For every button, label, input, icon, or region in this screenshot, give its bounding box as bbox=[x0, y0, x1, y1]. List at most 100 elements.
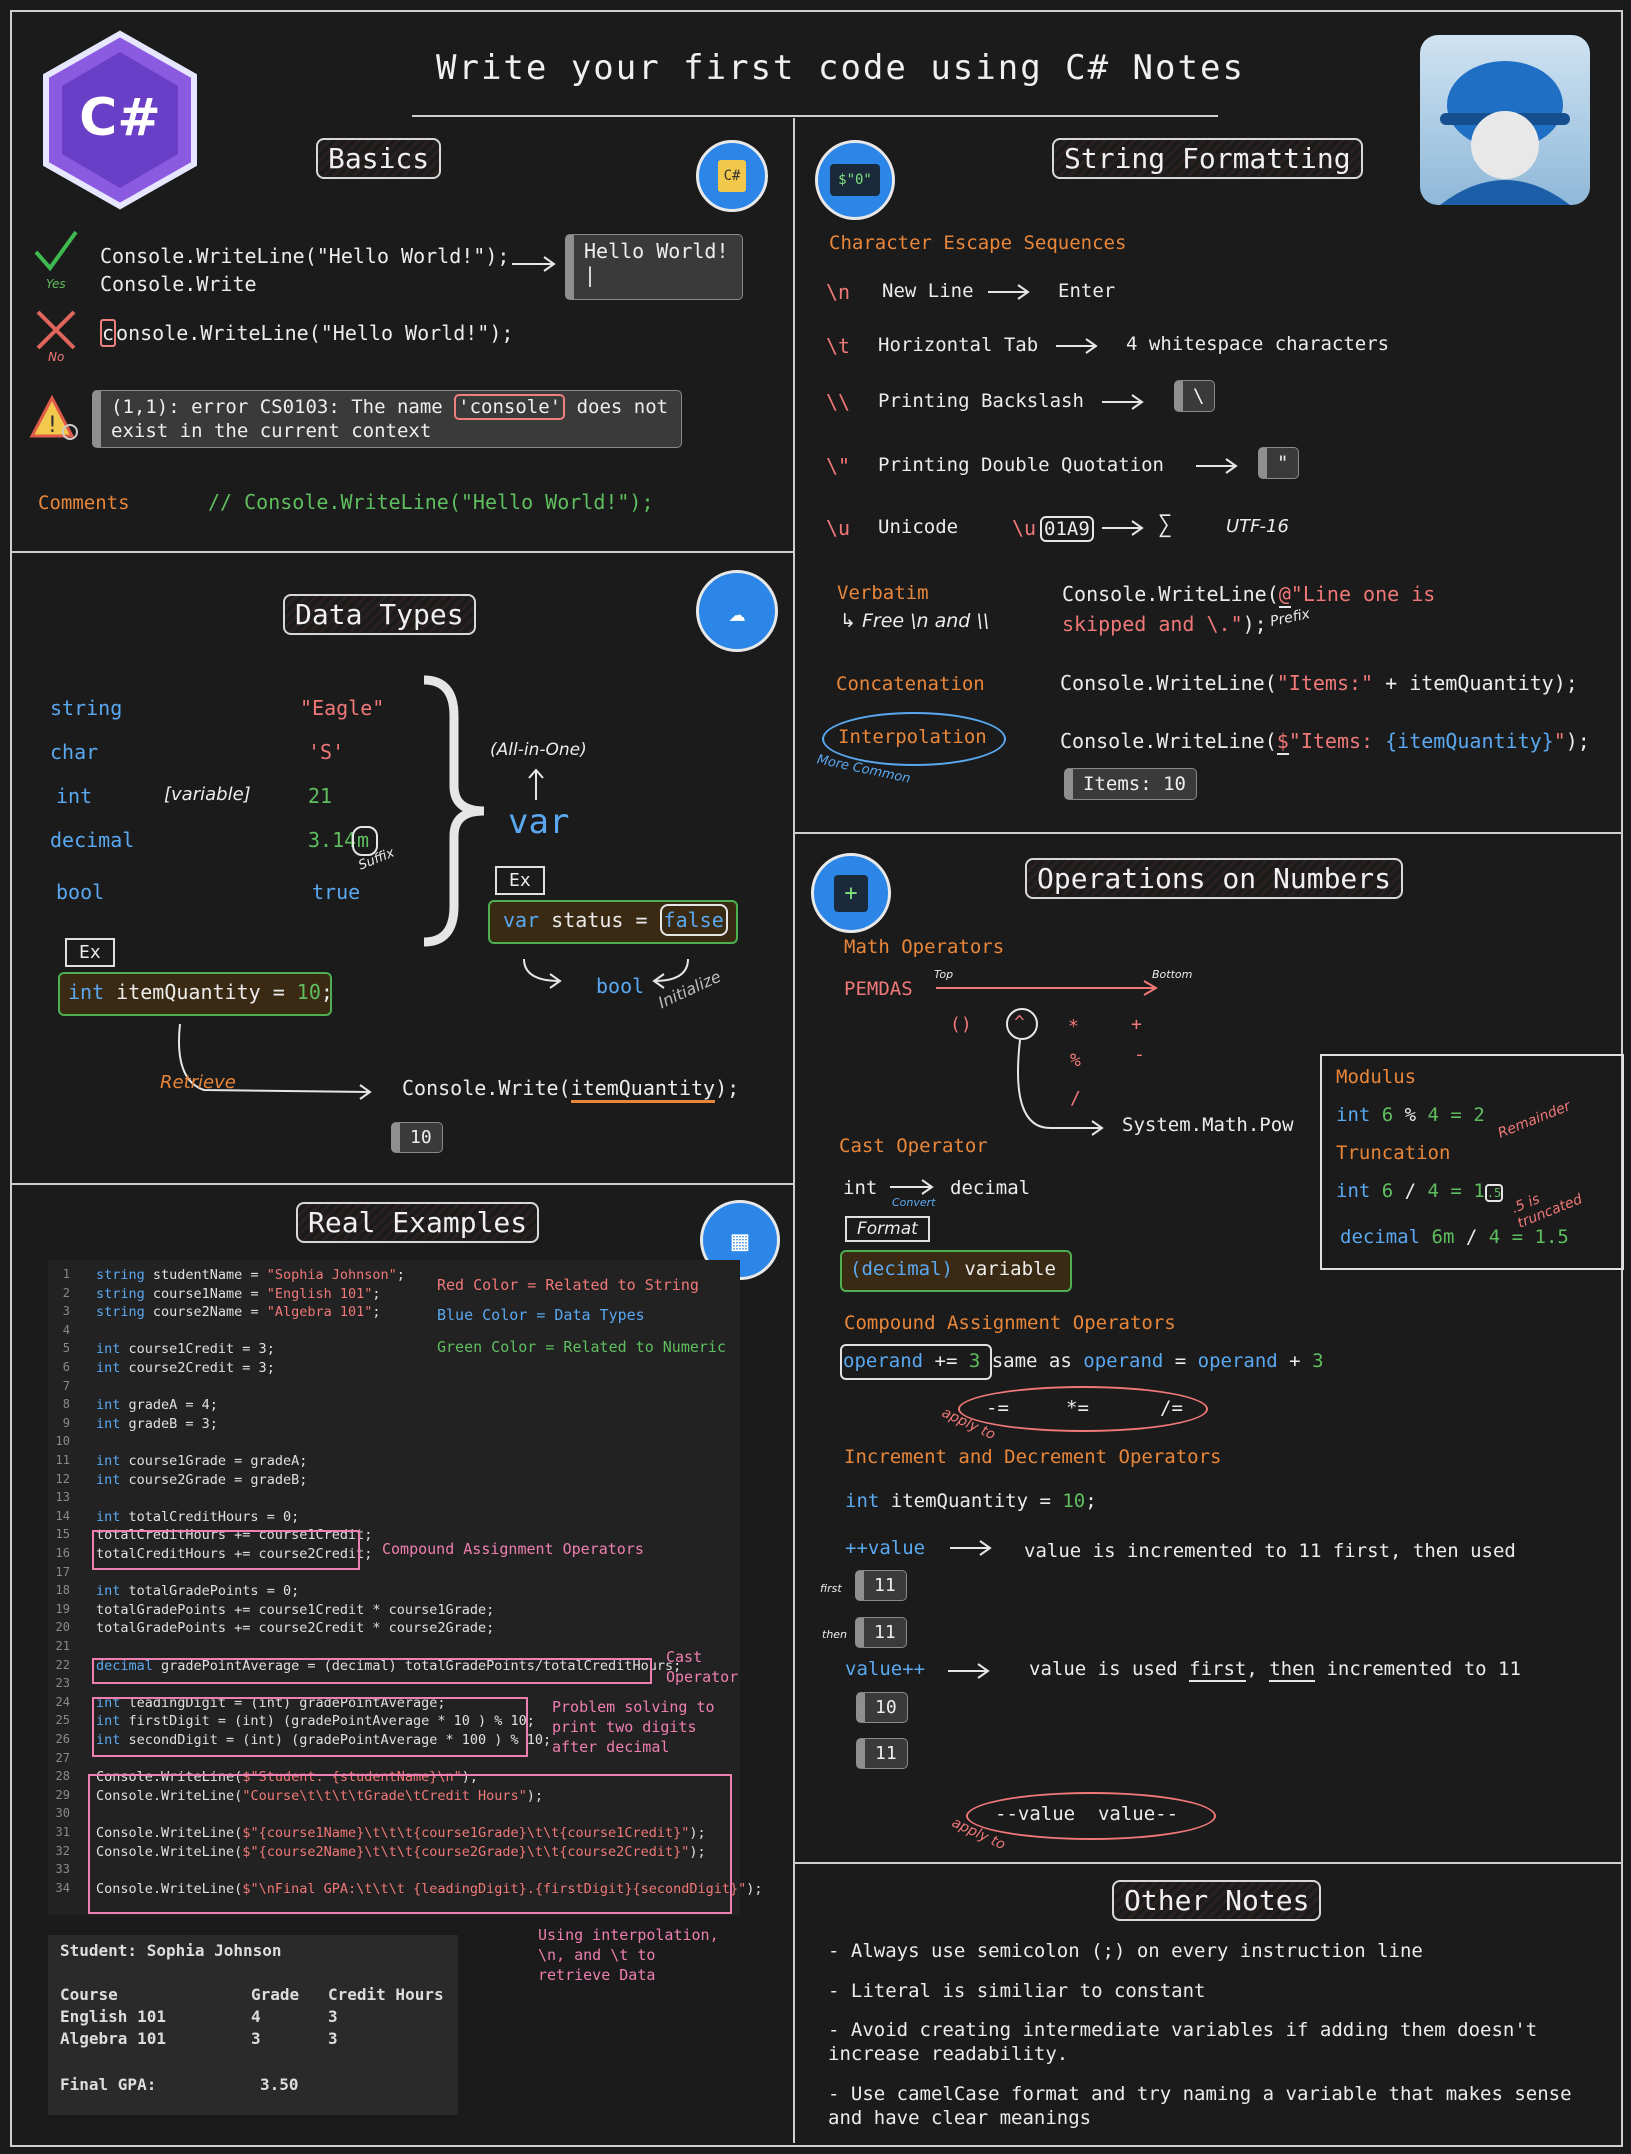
postfix-desc: value is used first, then incremented to… bbox=[1029, 1658, 1521, 1682]
op-exp: ^ bbox=[1014, 1012, 1025, 1033]
code-end: ; bbox=[372, 1304, 381, 1321]
line-number: 1 bbox=[62, 1267, 70, 1281]
escape-seq: \t bbox=[826, 334, 851, 358]
writeline-bad: c onsole.WriteLine("Hello World!"); bbox=[100, 319, 514, 347]
compound-label: Compound Assignment Operators bbox=[844, 1312, 1176, 1334]
code-line: string course1Name = "English 101"; bbox=[96, 1286, 381, 1302]
dec-res: 1.5 bbox=[1534, 1226, 1569, 1248]
compound-operand-2: operand bbox=[1083, 1350, 1164, 1372]
incdec-val: 10 bbox=[1062, 1490, 1086, 1512]
line-number: 20 bbox=[55, 1620, 70, 1635]
verbatim-code-2: skipped and \."); bbox=[1062, 612, 1267, 636]
error-text-2: does not bbox=[565, 396, 669, 418]
all-in-one-note: (All-in-One) bbox=[490, 740, 587, 760]
variable-label: [variable] bbox=[164, 784, 251, 805]
trunc-op: / bbox=[1404, 1180, 1417, 1202]
note-compound: Compound Assignment Operators bbox=[382, 1540, 644, 1558]
line-number: 24 bbox=[55, 1694, 70, 1709]
comments-label: Comments bbox=[38, 492, 130, 514]
writeline-bad-rest: onsole.WriteLine("Hello World!"); bbox=[116, 321, 514, 345]
code-rest: studentName = bbox=[144, 1267, 267, 1283]
decimal-suffix: m bbox=[357, 828, 370, 852]
output-row1-course: English 101 bbox=[60, 2007, 166, 2026]
interp-pre: Console.WriteLine( bbox=[1060, 729, 1277, 753]
page-title: Write your first code using C# Notes bbox=[436, 48, 1245, 88]
verbatim-at: @ bbox=[1278, 582, 1291, 608]
note-problem-line: Problem solving to bbox=[552, 1698, 715, 1716]
cast-to: decimal bbox=[950, 1177, 1031, 1199]
postfix-output-1: 10 bbox=[856, 1692, 908, 1723]
items-output: Items: 10 bbox=[1064, 768, 1197, 800]
compound-highlight bbox=[92, 1530, 360, 1570]
line-number: 4 bbox=[62, 1322, 70, 1337]
op-add: + bbox=[1131, 1014, 1142, 1035]
note-cast-2: Operator bbox=[666, 1668, 739, 1686]
interp-dollar: $ bbox=[1276, 729, 1289, 755]
trunc-b: 4 = bbox=[1416, 1180, 1474, 1202]
postfix-desc-first: first bbox=[1189, 1658, 1247, 1682]
cast-from: int bbox=[843, 1177, 878, 1199]
line-number: 34 bbox=[55, 1880, 70, 1895]
compound-eq: = bbox=[1163, 1350, 1198, 1372]
escape-result: Enter bbox=[1058, 280, 1116, 302]
bottom-note: Bottom bbox=[1152, 968, 1193, 981]
legend-blue: Blue Color = Data Types bbox=[437, 1306, 645, 1324]
code-rest: course2Name = bbox=[144, 1304, 267, 1321]
cast-rest: variable bbox=[952, 1258, 1056, 1280]
no-label: No bbox=[48, 350, 65, 364]
logo-text: C# bbox=[79, 88, 161, 148]
compound-code: operand += 3 same as operand = operand +… bbox=[843, 1350, 1324, 1372]
compound-times: *= bbox=[1066, 1397, 1089, 1419]
divider-basics bbox=[10, 551, 793, 553]
prefix-code: ++value bbox=[845, 1537, 926, 1559]
line-number: 27 bbox=[55, 1750, 70, 1765]
compound-num-2: 3 bbox=[1312, 1350, 1324, 1372]
column-divider bbox=[793, 118, 795, 2143]
note-2: - Literal is similiar to constant bbox=[828, 1980, 1206, 2002]
datatypes-heading: Data Types bbox=[283, 594, 476, 635]
var-status-code: var status = false bbox=[503, 904, 728, 936]
note-interp-line: retrieve Data bbox=[538, 1966, 656, 1984]
escape-result: 4 whitespace characters bbox=[1126, 333, 1390, 355]
line-number: 29 bbox=[55, 1787, 70, 1802]
datatype-name: char bbox=[50, 740, 99, 764]
escape-name: Printing Backslash bbox=[878, 390, 1084, 412]
concat-plus: + bbox=[1373, 671, 1410, 695]
output-gpa-label: Final GPA: bbox=[60, 2075, 157, 2094]
code-kw: int bbox=[96, 1341, 121, 1358]
postfix-desc-3: incremented to 11 bbox=[1315, 1658, 1521, 1680]
compound-num-1: 3 bbox=[968, 1350, 981, 1372]
note-interp-line: \n, and \t to bbox=[538, 1946, 656, 1964]
code-line: int course2Credit = 3; bbox=[96, 1360, 275, 1376]
line-number: 19 bbox=[55, 1601, 70, 1616]
datatype-value: 21 bbox=[308, 784, 333, 808]
code-line: int course1Grade = gradeA; bbox=[96, 1453, 307, 1469]
interp-str1: "Items: bbox=[1288, 729, 1386, 753]
line-number: 14 bbox=[55, 1508, 70, 1523]
output-row2-grade: 3 bbox=[251, 2029, 261, 2048]
datatype-name: int bbox=[56, 784, 93, 808]
note-problem-line: print two digits bbox=[552, 1718, 697, 1736]
concat-var: itemQuantity bbox=[1409, 671, 1554, 695]
postfix-output-2: 11 bbox=[856, 1738, 908, 1769]
line-number: 11 bbox=[55, 1453, 70, 1467]
note-3a: - Avoid creating intermediate variables … bbox=[828, 2019, 1538, 2041]
line-number: 18 bbox=[55, 1583, 70, 1598]
code-line: int course2Grade = gradeB; bbox=[96, 1472, 307, 1488]
wrong-letter: c bbox=[100, 319, 117, 347]
pemdas: PEMDAS bbox=[844, 978, 913, 1000]
unicode-prefix: \u bbox=[1012, 516, 1037, 540]
prefix-output-1: 11 bbox=[855, 1570, 907, 1601]
operations-heading: Operations on Numbers bbox=[1025, 858, 1404, 899]
escape-seq: \" bbox=[826, 454, 851, 478]
line-number: 21 bbox=[55, 1639, 70, 1653]
code-kw: int bbox=[96, 1583, 121, 1600]
compound-operand-3: operand bbox=[1197, 1350, 1278, 1372]
basics-heading: Basics bbox=[316, 138, 442, 179]
verbatim-str1: "Line one is bbox=[1290, 582, 1436, 606]
modulus-label: Modulus bbox=[1336, 1066, 1417, 1088]
output-col-course: Course bbox=[60, 1985, 118, 2004]
book-icon: C# bbox=[696, 140, 768, 212]
first-note: first bbox=[820, 1582, 842, 1595]
var-keyword: var bbox=[508, 802, 570, 842]
